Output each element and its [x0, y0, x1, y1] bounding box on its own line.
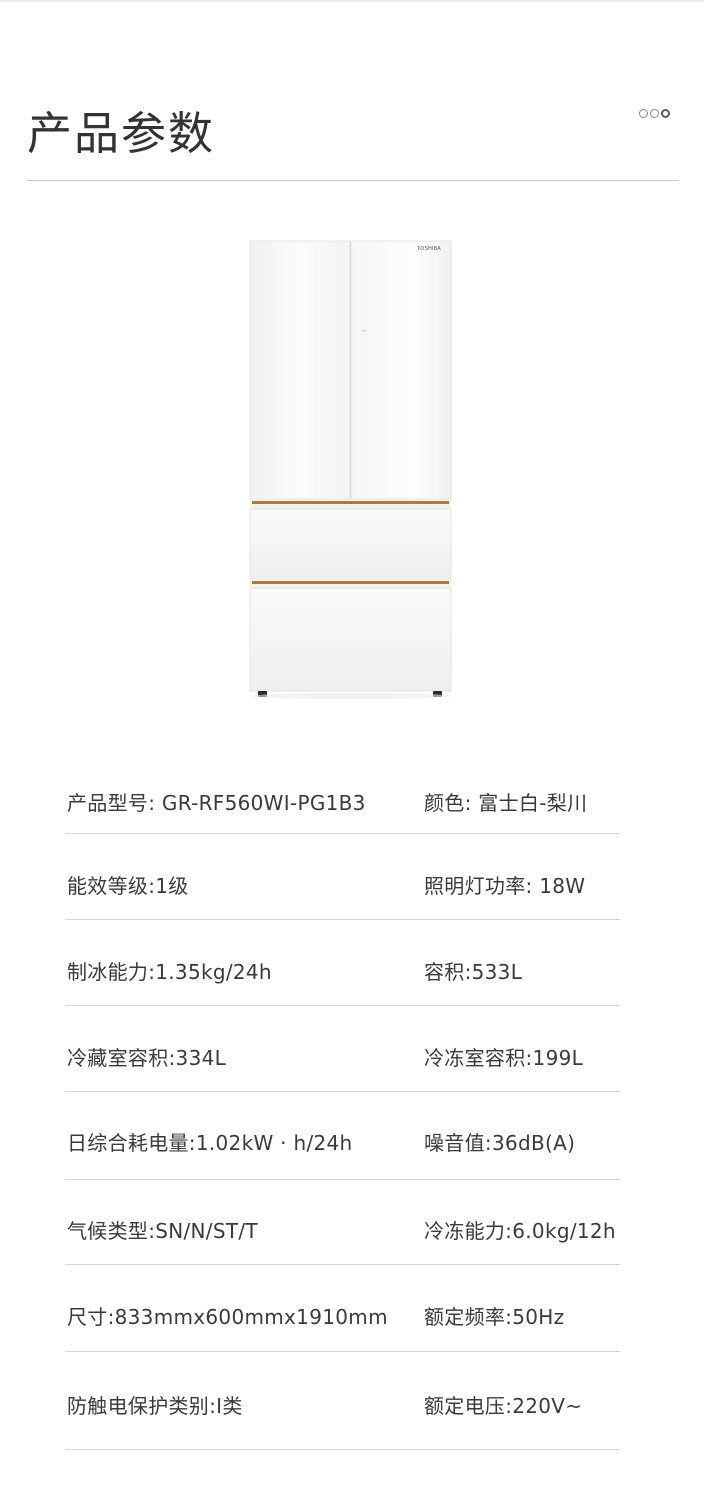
carousel-pager[interactable]: [639, 109, 670, 118]
spec-row: 尺寸:833mmx600mmx1910mm 额定频率:50Hz: [65, 1265, 620, 1352]
spec-shock-protection: 防触电保护类别:I类: [67, 1394, 243, 1418]
spec-row: 防触电保护类别:I类 额定电压:220V~: [65, 1352, 620, 1450]
lower-trim: [252, 581, 449, 584]
right-door: [350, 240, 452, 500]
refrigerator-image: TOSHIBA: [249, 240, 452, 699]
spec-voltage: 额定电压:220V~: [424, 1394, 583, 1418]
spec-light-power: 照明灯功率: 18W: [424, 874, 586, 898]
spec-noise: 噪音值:36dB(A): [424, 1131, 576, 1155]
pager-dot-3[interactable]: [661, 109, 670, 118]
pager-dot-2[interactable]: [650, 109, 659, 118]
spec-dimensions: 尺寸:833mmx600mmx1910mm: [67, 1305, 388, 1329]
page-title: 产品参数: [27, 107, 216, 160]
spec-row: 日综合耗电量:1.02kW · h/24h 噪音值:36dB(A): [65, 1092, 620, 1180]
top-accent-line: [0, 0, 704, 2]
left-door: [249, 240, 351, 500]
spec-row: 产品型号: GR-RF560WI-PG1B3 颜色: 富士白-梨川: [65, 755, 620, 834]
title-divider: [27, 180, 679, 181]
spec-volume: 容积:533L: [424, 960, 523, 984]
spec-ice-capacity: 制冰能力:1.35kg/24h: [67, 960, 272, 984]
spec-model: 产品型号: GR-RF560WI-PG1B3: [67, 791, 366, 815]
bottom-drawer: [249, 587, 452, 692]
pager-dot-1[interactable]: [639, 109, 648, 118]
spec-table: 产品型号: GR-RF560WI-PG1B3 颜色: 富士白-梨川 能效等级:1…: [65, 755, 620, 1450]
spec-frequency: 额定频率:50Hz: [424, 1305, 565, 1329]
spec-row: 冷藏室容积:334L 冷冻室容积:199L: [65, 1006, 620, 1092]
spec-freezer-volume: 冷冻室容积:199L: [424, 1046, 584, 1070]
spec-daily-consumption: 日综合耗电量:1.02kW · h/24h: [67, 1131, 353, 1155]
spec-energy-grade: 能效等级:1级: [67, 874, 189, 898]
middle-drawer: [249, 508, 452, 580]
spec-freezing-capacity: 冷冻能力:6.0kg/12h: [424, 1219, 616, 1243]
brand-logo: TOSHIBA: [417, 246, 441, 252]
spec-fridge-volume: 冷藏室容积:334L: [67, 1046, 227, 1070]
spec-row: 能效等级:1级 照明灯功率: 18W: [65, 834, 620, 920]
spec-color: 颜色: 富士白-梨川: [424, 791, 588, 815]
spec-row: 气候类型:SN/N/ST/T 冷冻能力:6.0kg/12h: [65, 1180, 620, 1265]
spec-climate-class: 气候类型:SN/N/ST/T: [67, 1219, 258, 1243]
spec-row: 制冰能力:1.35kg/24h 容积:533L: [65, 920, 620, 1006]
